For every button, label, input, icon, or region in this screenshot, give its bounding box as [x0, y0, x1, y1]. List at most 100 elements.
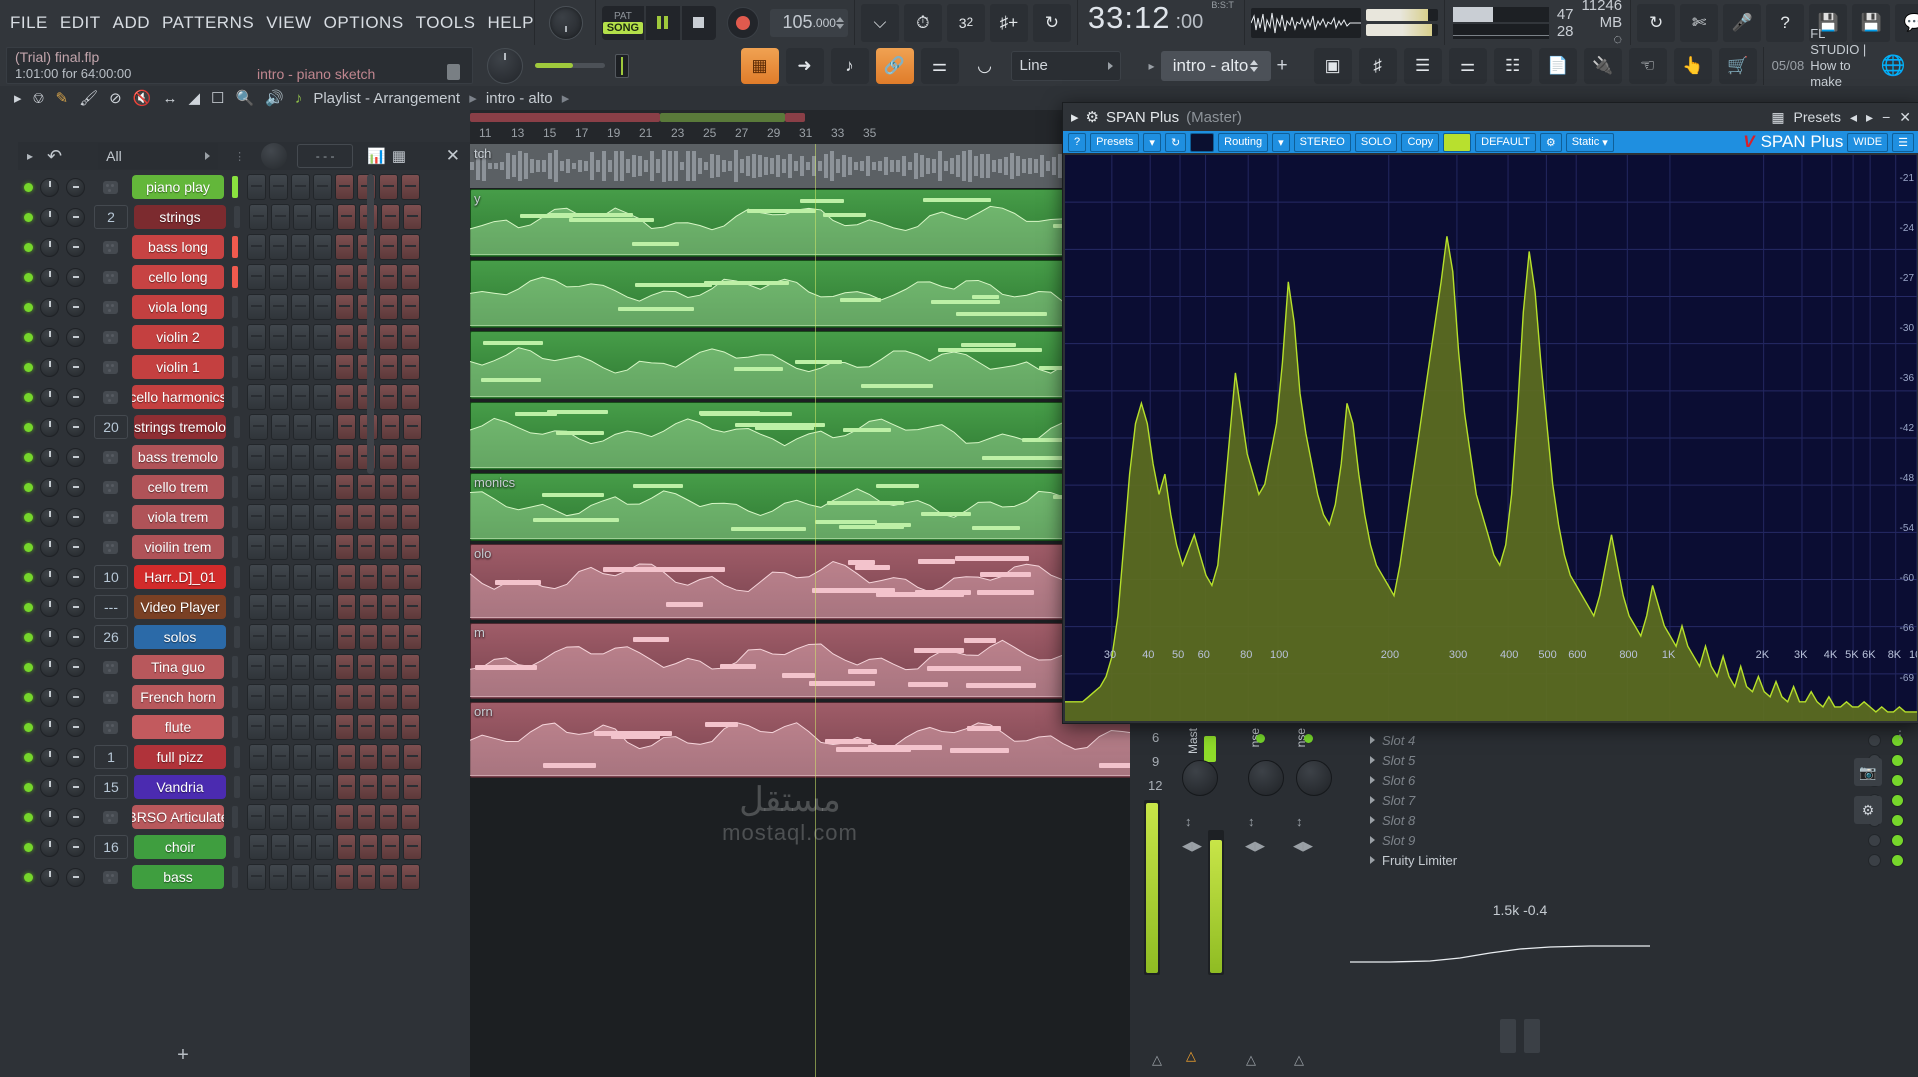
step-button[interactable]	[315, 834, 334, 860]
step-sequencer[interactable]	[247, 654, 420, 680]
overdub-icon[interactable]: ♯+	[989, 3, 1028, 42]
channel-name-button[interactable]: solos	[134, 625, 226, 649]
undo-icon[interactable]: ↶	[47, 146, 62, 167]
step-sequencer[interactable]	[247, 444, 420, 470]
step-button[interactable]	[337, 594, 356, 620]
magnet-snap-icon[interactable]: ◡	[966, 48, 1004, 84]
channel-row[interactable]: 2 strings	[18, 202, 470, 232]
channel-volume-knob[interactable]	[40, 597, 59, 617]
step-button[interactable]	[291, 354, 310, 380]
channel-volume-knob[interactable]	[40, 837, 59, 857]
pattern-song-toggle[interactable]: PAT SONG	[601, 5, 644, 40]
mixer-route-icon-master[interactable]: △	[1152, 1052, 1162, 1068]
step-button[interactable]	[291, 264, 310, 290]
effect-slot[interactable]: Slot 8	[1360, 810, 1918, 830]
news-ticker[interactable]: 05/08 FL STUDIO | How to make Psytrance	[1762, 26, 1868, 105]
step-button[interactable]	[291, 384, 310, 410]
channel-pan-knob[interactable]	[66, 807, 85, 827]
step-button[interactable]	[249, 624, 268, 650]
step-button[interactable]	[403, 564, 422, 590]
step-button[interactable]	[379, 384, 398, 410]
mixer-window-icon[interactable]: ⚌	[1448, 47, 1487, 84]
slot-expand-icon[interactable]	[1370, 776, 1375, 784]
step-sequencer[interactable]	[247, 324, 420, 350]
step-button[interactable]	[335, 324, 354, 350]
step-button[interactable]	[381, 744, 400, 770]
step-button[interactable]	[291, 234, 310, 260]
link-icon[interactable]: 🔗	[875, 47, 914, 84]
channel-enable-led[interactable]	[24, 422, 33, 432]
step-button[interactable]	[401, 294, 420, 320]
step-button[interactable]	[401, 804, 420, 830]
slot-expand-icon[interactable]	[1370, 796, 1375, 804]
effect-slot[interactable]: Slot 5	[1360, 750, 1918, 770]
master-pitch-knob[interactable]	[548, 5, 583, 40]
menu-item-view[interactable]: VIEW	[266, 13, 311, 33]
channel-row[interactable]: bass	[18, 862, 470, 892]
effect-slot[interactable]: Slot 6	[1360, 770, 1918, 790]
record-button[interactable]	[726, 6, 759, 39]
step-button[interactable]	[249, 204, 268, 230]
channel-volume-knob[interactable]	[40, 777, 59, 797]
channel-enable-led[interactable]	[24, 632, 33, 642]
step-button[interactable]	[293, 414, 312, 440]
step-button[interactable]	[313, 654, 332, 680]
mixer-leftright-icon-2[interactable]: ◀▶	[1293, 838, 1313, 854]
menu-item-help[interactable]: HELP	[488, 13, 534, 33]
step-button[interactable]	[379, 264, 398, 290]
headphones-icon[interactable]: ⎊	[33, 90, 45, 107]
span-close-icon[interactable]: ✕	[1899, 109, 1911, 126]
span-gear-icon[interactable]: ⚙	[1086, 108, 1099, 126]
step-sequencer[interactable]	[247, 504, 420, 530]
mixer-pan-knob-1[interactable]	[1248, 760, 1284, 796]
step-button[interactable]	[247, 474, 266, 500]
channel-palette-slot[interactable]	[94, 356, 126, 378]
step-button[interactable]	[379, 474, 398, 500]
channel-palette-slot[interactable]	[94, 806, 126, 828]
channel-palette-slot[interactable]	[94, 656, 126, 678]
step-button[interactable]	[379, 684, 398, 710]
step-button[interactable]	[247, 444, 266, 470]
channel-enable-led[interactable]	[24, 482, 33, 492]
step-button[interactable]	[291, 174, 310, 200]
mixer-route-icon-2[interactable]: △	[1294, 1052, 1304, 1068]
mixer-updown-icon-master[interactable]: ↕	[1185, 814, 1192, 829]
step-button[interactable]	[401, 474, 420, 500]
comment-icon[interactable]: 💬	[1895, 3, 1918, 42]
effect-slot[interactable]: Fruity Limiter	[1360, 850, 1918, 870]
step-button[interactable]	[249, 834, 268, 860]
snap-selector[interactable]: Line	[1010, 50, 1121, 81]
channel-row[interactable]: bass long	[18, 232, 470, 262]
channel-enable-led[interactable]	[24, 212, 33, 222]
channel-enable-led[interactable]	[24, 242, 33, 252]
channel-pan-knob[interactable]	[66, 657, 85, 677]
step-button[interactable]	[379, 714, 398, 740]
channel-pan-knob[interactable]	[66, 207, 85, 227]
piano-roll-tool-icon[interactable]: ▦	[740, 47, 779, 84]
span-default-button[interactable]: DEFAULT	[1475, 132, 1536, 152]
step-sequencer[interactable]	[247, 174, 420, 200]
channel-enable-led[interactable]	[24, 182, 33, 192]
step-button[interactable]	[335, 264, 354, 290]
arrangement-selection-red-2[interactable]	[785, 113, 805, 122]
tempo-field[interactable]: 105.000	[769, 8, 848, 37]
scissors-icon[interactable]: ✄	[1680, 3, 1719, 42]
channel-volume-knob[interactable]	[40, 477, 59, 497]
step-button[interactable]	[401, 534, 420, 560]
step-button[interactable]	[401, 504, 420, 530]
pattern-spinner[interactable]	[1250, 59, 1259, 72]
span-settings-gear-icon[interactable]: ⚙	[1539, 132, 1562, 152]
channel-row[interactable]: vioilin trem	[18, 532, 470, 562]
slot-mute-dot[interactable]	[1868, 733, 1881, 747]
microphone-icon[interactable]: 🎤	[1723, 3, 1762, 42]
step-button[interactable]	[401, 714, 420, 740]
step-button[interactable]	[313, 294, 332, 320]
mute-icon[interactable]: ⊘	[109, 89, 122, 107]
plugin-picker-icon[interactable]: 🔌	[1583, 47, 1622, 84]
step-button[interactable]	[271, 204, 290, 230]
channel-pan-knob[interactable]	[66, 837, 85, 857]
slot-enable-dot[interactable]	[1891, 833, 1904, 847]
channel-row[interactable]: French horn	[18, 682, 470, 712]
step-button[interactable]	[315, 204, 334, 230]
channel-enable-led[interactable]	[24, 272, 33, 282]
